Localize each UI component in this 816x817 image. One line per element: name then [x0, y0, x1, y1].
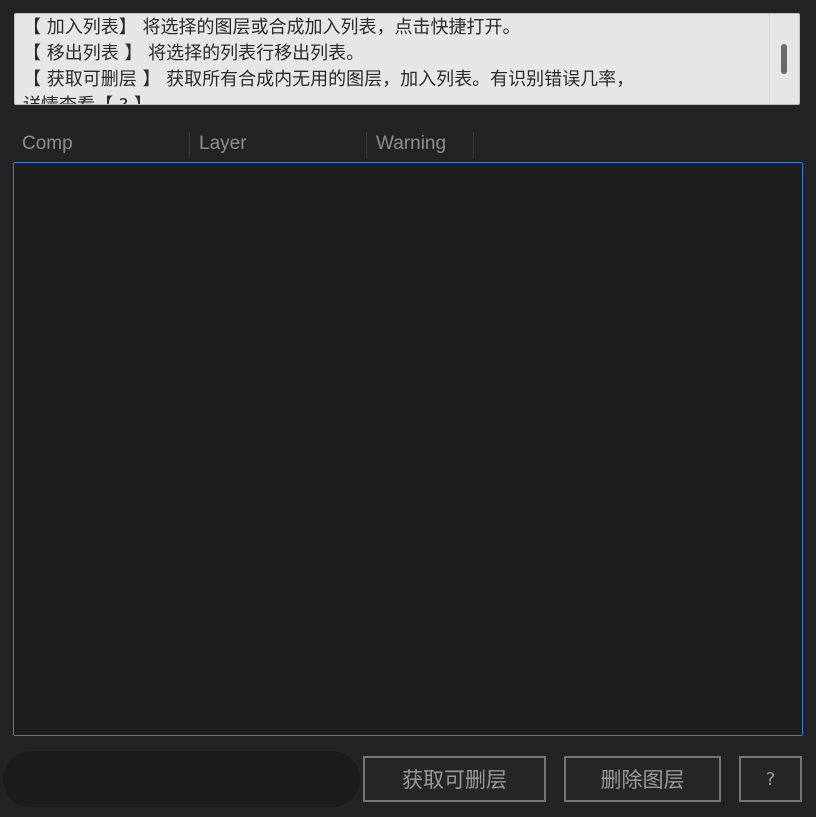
info-line-add: 【 加入列表】 将选择的图层或合成加入列表，点击快捷打开。: [23, 17, 521, 38]
panel: 【 加入列表】 将选择的图层或合成加入列表，点击快捷打开。 【 移出列表 】 将…: [0, 0, 816, 817]
column-header-layer[interactable]: Layer: [190, 128, 367, 160]
info-line-remove: 【 移出列表 】 将选择的列表行移出列表。: [23, 43, 365, 64]
help-button[interactable]: ?: [739, 756, 802, 802]
info-scrollbar[interactable]: [769, 14, 799, 104]
layer-list[interactable]: [13, 162, 803, 736]
info-text: 【 加入列表】 将选择的图层或合成加入列表，点击快捷打开。 【 移出列表 】 将…: [23, 15, 769, 104]
column-divider[interactable]: [473, 132, 474, 158]
list-header: Comp Layer Warning: [13, 128, 803, 160]
text-input[interactable]: [3, 751, 360, 807]
column-header-warning[interactable]: Warning: [367, 128, 474, 160]
info-textbox[interactable]: 【 加入列表】 将选择的图层或合成加入列表，点击快捷打开。 【 移出列表 】 将…: [14, 13, 800, 105]
column-header-comp[interactable]: Comp: [13, 128, 190, 160]
get-deletable-layers-button[interactable]: 获取可删层: [363, 756, 546, 802]
delete-layers-button[interactable]: 删除图层: [564, 756, 721, 802]
scrollbar-thumb[interactable]: [781, 44, 787, 74]
info-line-get: 【 获取可删层 】 获取所有合成内无用的图层，加入列表。有识别错误几率，: [23, 69, 635, 90]
info-line-details: 详情查看【 ? 】: [23, 93, 769, 104]
